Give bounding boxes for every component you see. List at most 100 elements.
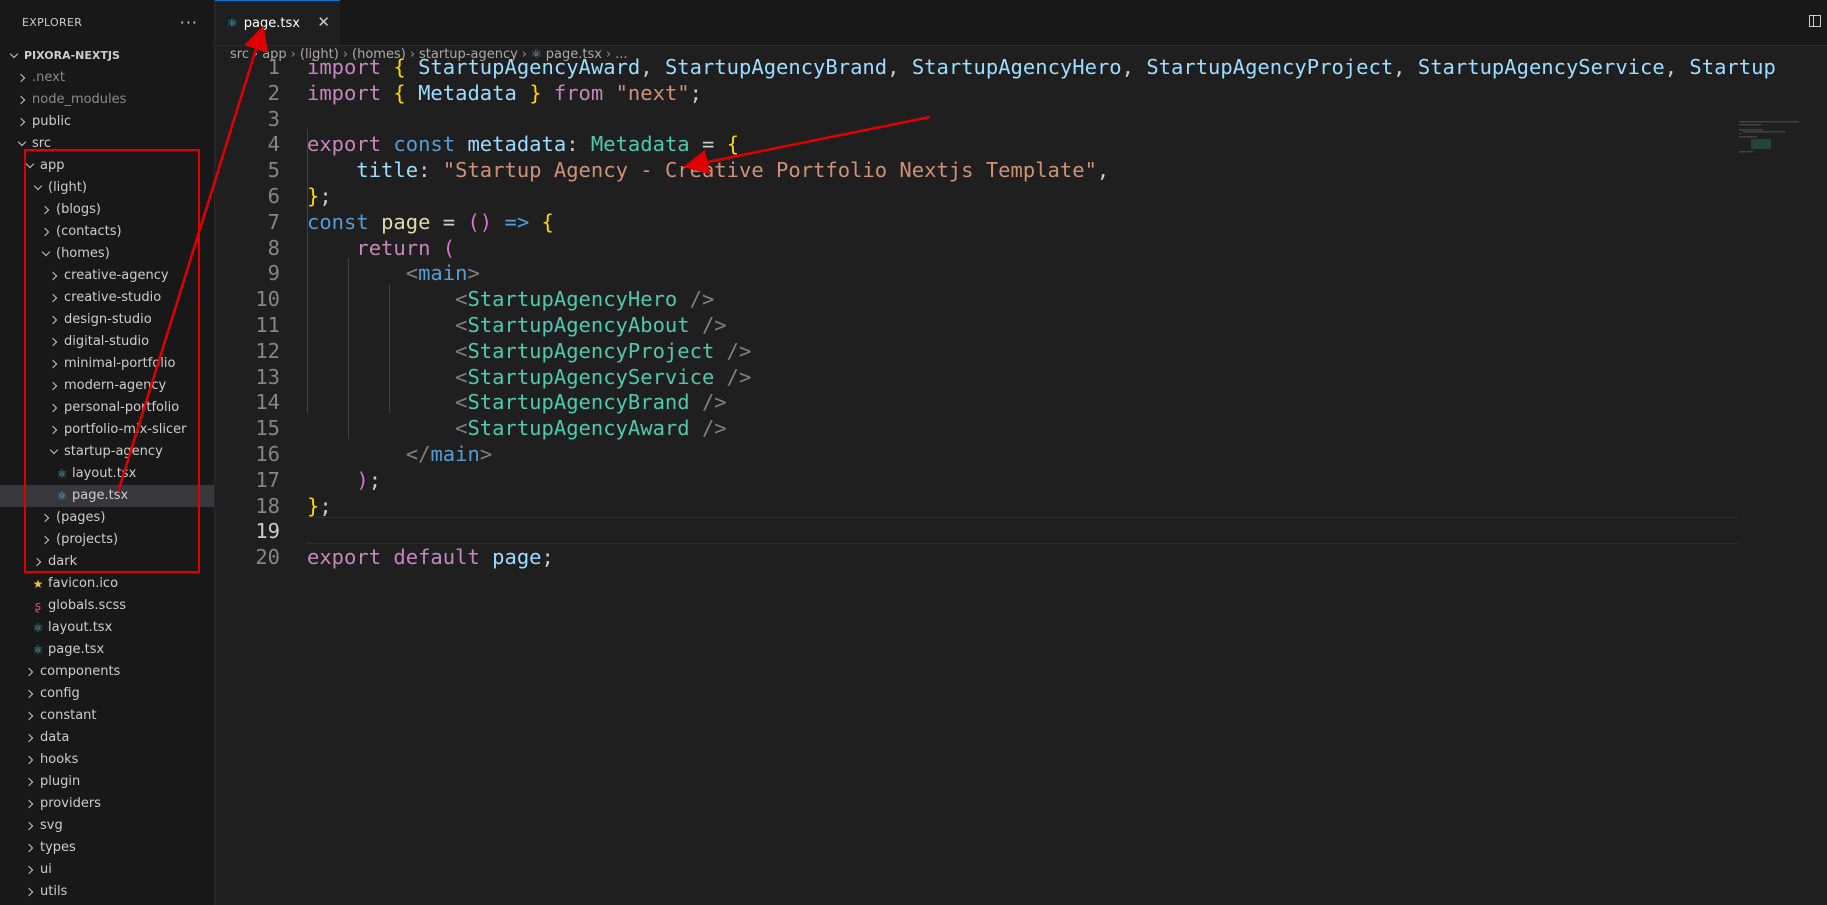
tree-folder-providers[interactable]: providers: [0, 793, 214, 815]
tree-item-label: personal-portfolio: [64, 400, 180, 415]
tree-folder-digital-studio[interactable]: digital-studio: [0, 331, 214, 353]
tree-folder-startup-agency[interactable]: startup-agency: [0, 441, 214, 463]
indent-guide: [348, 258, 349, 439]
tree-folder-src[interactable]: src: [0, 133, 214, 155]
code-token: title: [356, 158, 419, 183]
tree-folder-portfolio-mix-slicer[interactable]: portfolio-mix-slicer: [0, 419, 214, 441]
code-token: ): [356, 467, 369, 492]
tree-file-layout-tsx[interactable]: ⚛ layout.tsx: [0, 463, 214, 485]
tree-folder-hooks[interactable]: hooks: [0, 749, 214, 771]
tree-file-favicon-ico[interactable]: ★ favicon.ico: [0, 573, 214, 595]
tree-item-label: favicon.ico: [48, 576, 119, 591]
tree-folder-homes[interactable]: (homes): [0, 243, 214, 265]
tree-folder-data[interactable]: data: [0, 727, 214, 749]
code-token: =>: [504, 209, 530, 234]
tree-folder-pixora-nextjs[interactable]: PIXORA-NEXTJS: [0, 45, 214, 67]
code-token: ,: [887, 55, 912, 79]
code-token: <: [455, 313, 468, 337]
code-token: />: [714, 364, 752, 389]
tree-file-page-tsx[interactable]: ⚛ page.tsx: [0, 639, 214, 661]
tree-item-label: page.tsx: [72, 488, 129, 503]
tree-item-label: (homes): [56, 246, 110, 261]
code-token: ;: [319, 493, 332, 518]
tree-folder-creative-studio[interactable]: creative-studio: [0, 287, 214, 309]
code-token: StartupAgencyProject: [467, 338, 715, 363]
tree-folder-node-modules[interactable]: node_modules: [0, 89, 214, 111]
code-token: return: [356, 235, 431, 260]
tree-file-layout-tsx[interactable]: ⚛ layout.tsx: [0, 617, 214, 639]
tree-item-label: components: [40, 664, 121, 679]
tree-folder-public[interactable]: public: [0, 111, 214, 133]
code-token: ;: [319, 184, 332, 208]
tree-folder-types[interactable]: types: [0, 837, 214, 859]
tree-folder-utils[interactable]: utils: [0, 881, 214, 903]
tree-folder-blogs[interactable]: (blogs): [0, 199, 214, 221]
tree-item-label: data: [40, 730, 70, 745]
tree-folder-config[interactable]: config: [0, 683, 214, 705]
tree-folder-dark[interactable]: dark: [0, 551, 214, 573]
code-line: export default page;: [307, 542, 554, 572]
code-editor[interactable]: 1 import { StartupAgencyAward, StartupAge…: [215, 55, 1827, 905]
tree-folder-app[interactable]: app: [0, 155, 214, 177]
react-icon: ⚛: [56, 489, 68, 503]
tree-item-label: (projects): [56, 532, 119, 547]
react-icon: ⚛: [32, 643, 44, 657]
tree-folder-personal-portfolio[interactable]: personal-portfolio: [0, 397, 214, 419]
tree-folder-plugin[interactable]: plugin: [0, 771, 214, 793]
tree-item-label: page.tsx: [48, 642, 105, 657]
code-token: {: [726, 132, 740, 157]
code-token: import: [307, 55, 382, 79]
tree-item-label: (light): [48, 180, 87, 195]
code-token: <: [455, 338, 468, 363]
tree-folder-creative-agency[interactable]: creative-agency: [0, 265, 214, 287]
code-token: :: [418, 158, 443, 183]
code-token: }: [307, 184, 320, 208]
tree-folder-minimal-portfolio[interactable]: minimal-portfolio: [0, 353, 214, 375]
minimap[interactable]: [1739, 121, 1819, 171]
toggle-secondary-sidebar-icon[interactable]: [1809, 15, 1821, 27]
favicon-star-icon: ★: [32, 577, 44, 591]
code-token: StartupAgencyBrand: [664, 55, 888, 79]
code-token: {: [541, 209, 554, 234]
more-actions-icon[interactable]: ···: [180, 13, 198, 32]
tree-file-globals-scss[interactable]: ʂ globals.scss: [0, 595, 214, 617]
code-token: ,: [1096, 158, 1110, 183]
code-token: :: [566, 132, 591, 157]
tree-item-label: app: [40, 158, 65, 173]
tree-folder-components[interactable]: components: [0, 661, 214, 683]
code-token: }: [529, 80, 542, 105]
tab-label: page.tsx: [243, 15, 300, 31]
tree-item-label: dark: [48, 554, 78, 569]
tree-folder-pages[interactable]: (pages): [0, 507, 214, 529]
code-token: StartupAgencyAward: [418, 55, 641, 79]
tree-folder-ui[interactable]: ui: [0, 859, 214, 881]
tree-folder-projects[interactable]: (projects): [0, 529, 214, 551]
tree-folder-svg[interactable]: svg: [0, 815, 214, 837]
code-token: ;: [541, 545, 554, 570]
tree-folder-light[interactable]: (light): [0, 177, 214, 199]
code-line: import { Metadata } from "next";: [307, 78, 702, 108]
tree-folder-contacts[interactable]: (contacts): [0, 221, 214, 243]
tree-item-label: startup-agency: [64, 444, 163, 459]
breadcrumb-separator-icon: ›: [290, 47, 296, 62]
code-token: export: [307, 545, 382, 570]
close-icon[interactable]: ✕: [317, 13, 330, 31]
tree-folder-modern-agency[interactable]: modern-agency: [0, 375, 214, 397]
tab-page-tsx[interactable]: ⚛ page.tsx ✕: [215, 0, 340, 45]
react-icon: ⚛: [56, 467, 68, 481]
tree-folder-constant[interactable]: constant: [0, 705, 214, 727]
tree-folder-next[interactable]: .next: [0, 67, 214, 89]
code-token: main: [430, 442, 480, 466]
code-token: StartupAgencyService: [1417, 55, 1665, 79]
code-token: {: [393, 55, 406, 79]
tree-file-page-tsx[interactable]: ⚛ page.tsx: [0, 485, 214, 507]
code-token: from: [553, 80, 604, 105]
tree-folder-design-studio[interactable]: design-studio: [0, 309, 214, 331]
